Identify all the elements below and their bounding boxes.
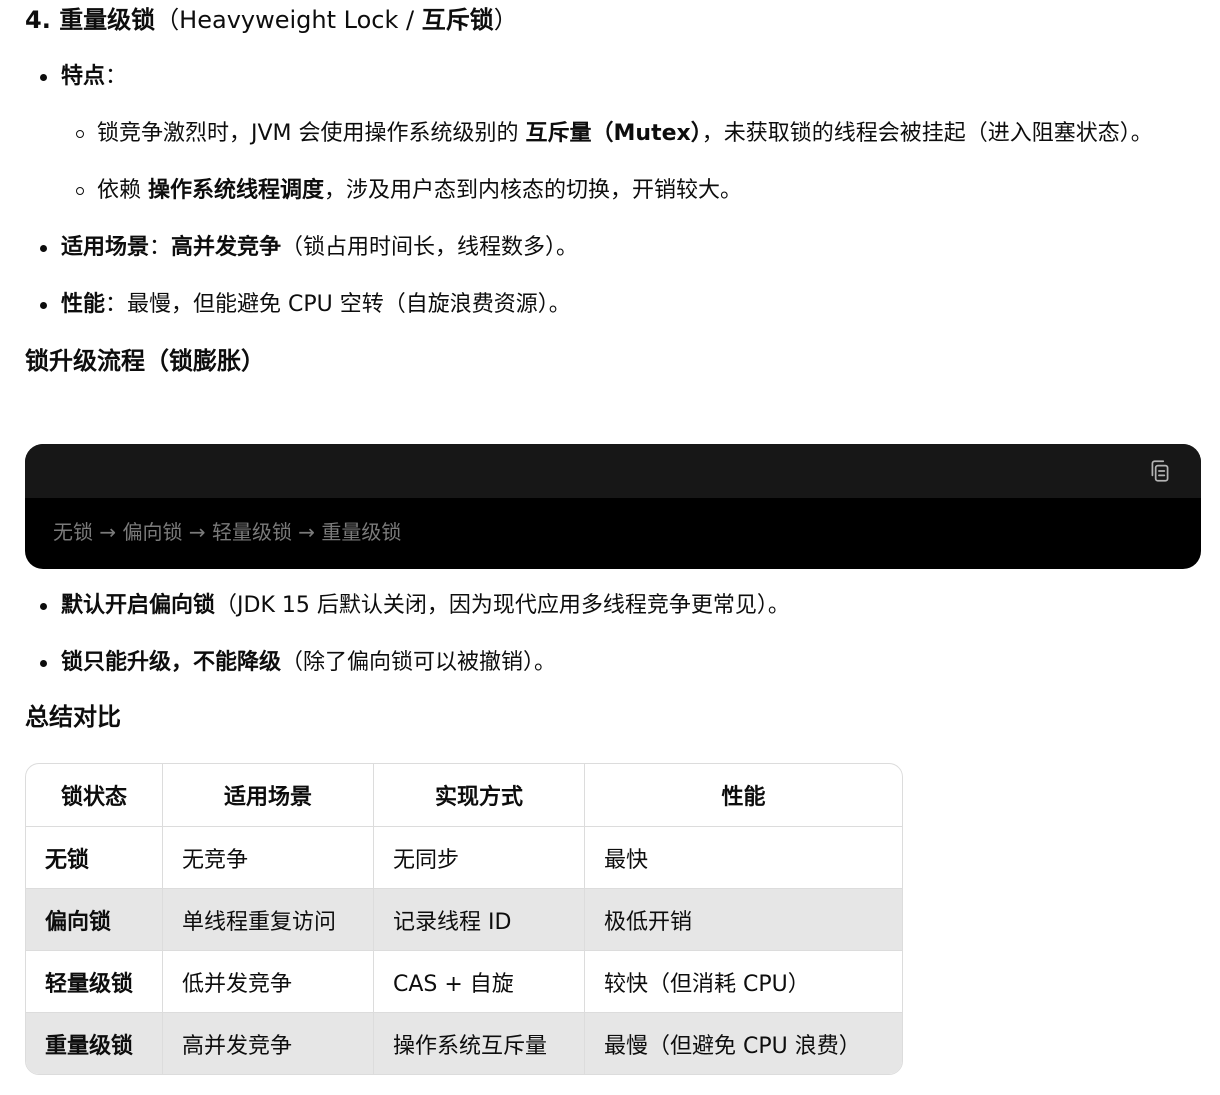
table-row: 无锁 无竞争 无同步 最快 <box>26 827 902 889</box>
sub1-bold: 互斥量（Mutex） <box>525 121 702 146</box>
cell-state: 轻量级锁 <box>26 951 163 1013</box>
scenario-text: （锁占用时间长，线程数多）。 <box>281 235 579 260</box>
table-row: 偏向锁 单线程重复访问 记录线程 ID 极低开销 <box>26 889 902 951</box>
features-label: 特点 <box>61 64 106 89</box>
heading-close-paren: ） <box>493 6 518 34</box>
cell-implementation: 操作系统互斥量 <box>374 1013 585 1074</box>
cell-scenario: 低并发竞争 <box>163 951 374 1013</box>
bullet-features: 特点： 锁竞争激烈时，JVM 会使用操作系统级别的 互斥量（Mutex），未获取… <box>25 58 1201 210</box>
column-header-implementation: 实现方式 <box>374 764 585 827</box>
performance-label: 性能 <box>61 292 106 317</box>
table-header-row: 锁状态 适用场景 实现方式 性能 <box>26 764 902 827</box>
sub1-text: 锁竞争激烈时，JVM 会使用操作系统级别的 <box>97 121 526 146</box>
sub-bullet-scheduling: 依赖 操作系统线程调度，涉及用户态到内核态的切换，开销较大。 <box>25 172 1201 210</box>
cell-implementation: 无同步 <box>374 827 585 889</box>
table-row: 重量级锁 高并发竞争 操作系统互斥量 最慢（但避免 CPU 浪费） <box>26 1013 902 1074</box>
cell-performance: 最慢（但避免 CPU 浪费） <box>585 1013 902 1074</box>
cell-implementation: 记录线程 ID <box>374 889 585 951</box>
cell-scenario: 单线程重复访问 <box>163 889 374 951</box>
sub1-text-post: ，未获取锁的线程会被挂起（进入阻塞状态）。 <box>701 121 1153 146</box>
performance-text: ：最慢，但能避免 CPU 空转（自旋浪费资源）。 <box>105 292 571 317</box>
column-header-state: 锁状态 <box>26 764 163 827</box>
section-heading-summary: 总结对比 <box>25 703 121 731</box>
cell-implementation: CAS + 自旋 <box>374 951 585 1013</box>
section-heading-heavyweight: 4. 重量级锁（Heavyweight Lock / 互斥锁） <box>25 0 1201 40</box>
column-header-scenario: 适用场景 <box>163 764 374 827</box>
copy-button[interactable] <box>1147 458 1173 484</box>
cell-performance: 极低开销 <box>585 889 902 951</box>
cell-scenario: 无竞争 <box>163 827 374 889</box>
features-colon: ： <box>105 64 128 89</box>
bullet-biased-default: 默认开启偏向锁（JDK 15 后默认关闭，因为现代应用多线程竞争更常见）。 <box>25 587 1201 625</box>
cell-state: 无锁 <box>26 827 163 889</box>
upgrade-notes: 默认开启偏向锁（JDK 15 后默认关闭，因为现代应用多线程竞争更常见）。 锁只… <box>25 587 1201 682</box>
sub2-bold: 操作系统线程调度 <box>148 178 325 203</box>
bullet-performance: 性能：最慢，但能避免 CPU 空转（自旋浪费资源）。 <box>25 286 1201 324</box>
features-sublist: 锁竞争激烈时，JVM 会使用操作系统级别的 互斥量（Mutex），未获取锁的线程… <box>25 115 1201 210</box>
code-block: 无锁 → 偏向锁 → 轻量级锁 → 重量级锁 <box>25 444 1201 569</box>
heading-title: 重量级锁 <box>59 6 156 34</box>
cell-state: 重量级锁 <box>26 1013 163 1074</box>
note2-bold: 锁只能升级，不能降级 <box>61 650 282 675</box>
message-content: 4. 重量级锁（Heavyweight Lock / 互斥锁） 特点： 锁竞争激… <box>25 0 1201 381</box>
sub-bullet-mutex: 锁竞争激烈时，JVM 会使用操作系统级别的 互斥量（Mutex），未获取锁的线程… <box>25 115 1201 153</box>
sub2-text: 依赖 <box>97 178 148 203</box>
note1-bold: 默认开启偏向锁 <box>61 593 216 618</box>
after-code-content: 默认开启偏向锁（JDK 15 后默认关闭，因为现代应用多线程竞争更常见）。 锁只… <box>25 587 1201 737</box>
bullet-upgrade-only: 锁只能升级，不能降级（除了偏向锁可以被撤销）。 <box>25 644 1201 682</box>
column-header-performance: 性能 <box>585 764 902 827</box>
heading-number: 4. <box>25 6 51 34</box>
code-block-header <box>25 444 1201 498</box>
heavyweight-bullets: 特点： 锁竞争激烈时，JVM 会使用操作系统级别的 互斥量（Mutex），未获取… <box>25 58 1201 324</box>
cell-scenario: 高并发竞争 <box>163 1013 374 1074</box>
sub2-text-post: ，涉及用户态到内核态的切换，开销较大。 <box>324 178 743 203</box>
cell-state: 偏向锁 <box>26 889 163 951</box>
scenario-colon: ： <box>149 235 172 260</box>
scenario-bold: 高并发竞争 <box>171 235 282 260</box>
summary-table: 锁状态 适用场景 实现方式 性能 无锁 无竞争 无同步 最快 偏向锁 单线程重复… <box>25 763 903 1075</box>
code-text: 无锁 → 偏向锁 → 轻量级锁 → 重量级锁 <box>53 520 402 544</box>
copy-icon <box>1151 460 1169 482</box>
cell-performance: 较快（但消耗 CPU） <box>585 951 902 1013</box>
heading-english: （Heavyweight Lock / <box>155 6 422 34</box>
table-row: 轻量级锁 低并发竞争 CAS + 自旋 较快（但消耗 CPU） <box>26 951 902 1013</box>
note1-text: （JDK 15 后默认关闭，因为现代应用多线程竞争更常见）。 <box>215 593 790 618</box>
heading-alt-title: 互斥锁 <box>421 6 494 34</box>
note2-text: （除了偏向锁可以被撤销）。 <box>281 650 557 675</box>
scenario-label: 适用场景 <box>61 235 150 260</box>
bullet-scenario: 适用场景：高并发竞争（锁占用时间长，线程数多）。 <box>25 229 1201 267</box>
cell-performance: 最快 <box>585 827 902 889</box>
section-heading-upgrade: 锁升级流程（锁膨胀） <box>25 347 265 375</box>
